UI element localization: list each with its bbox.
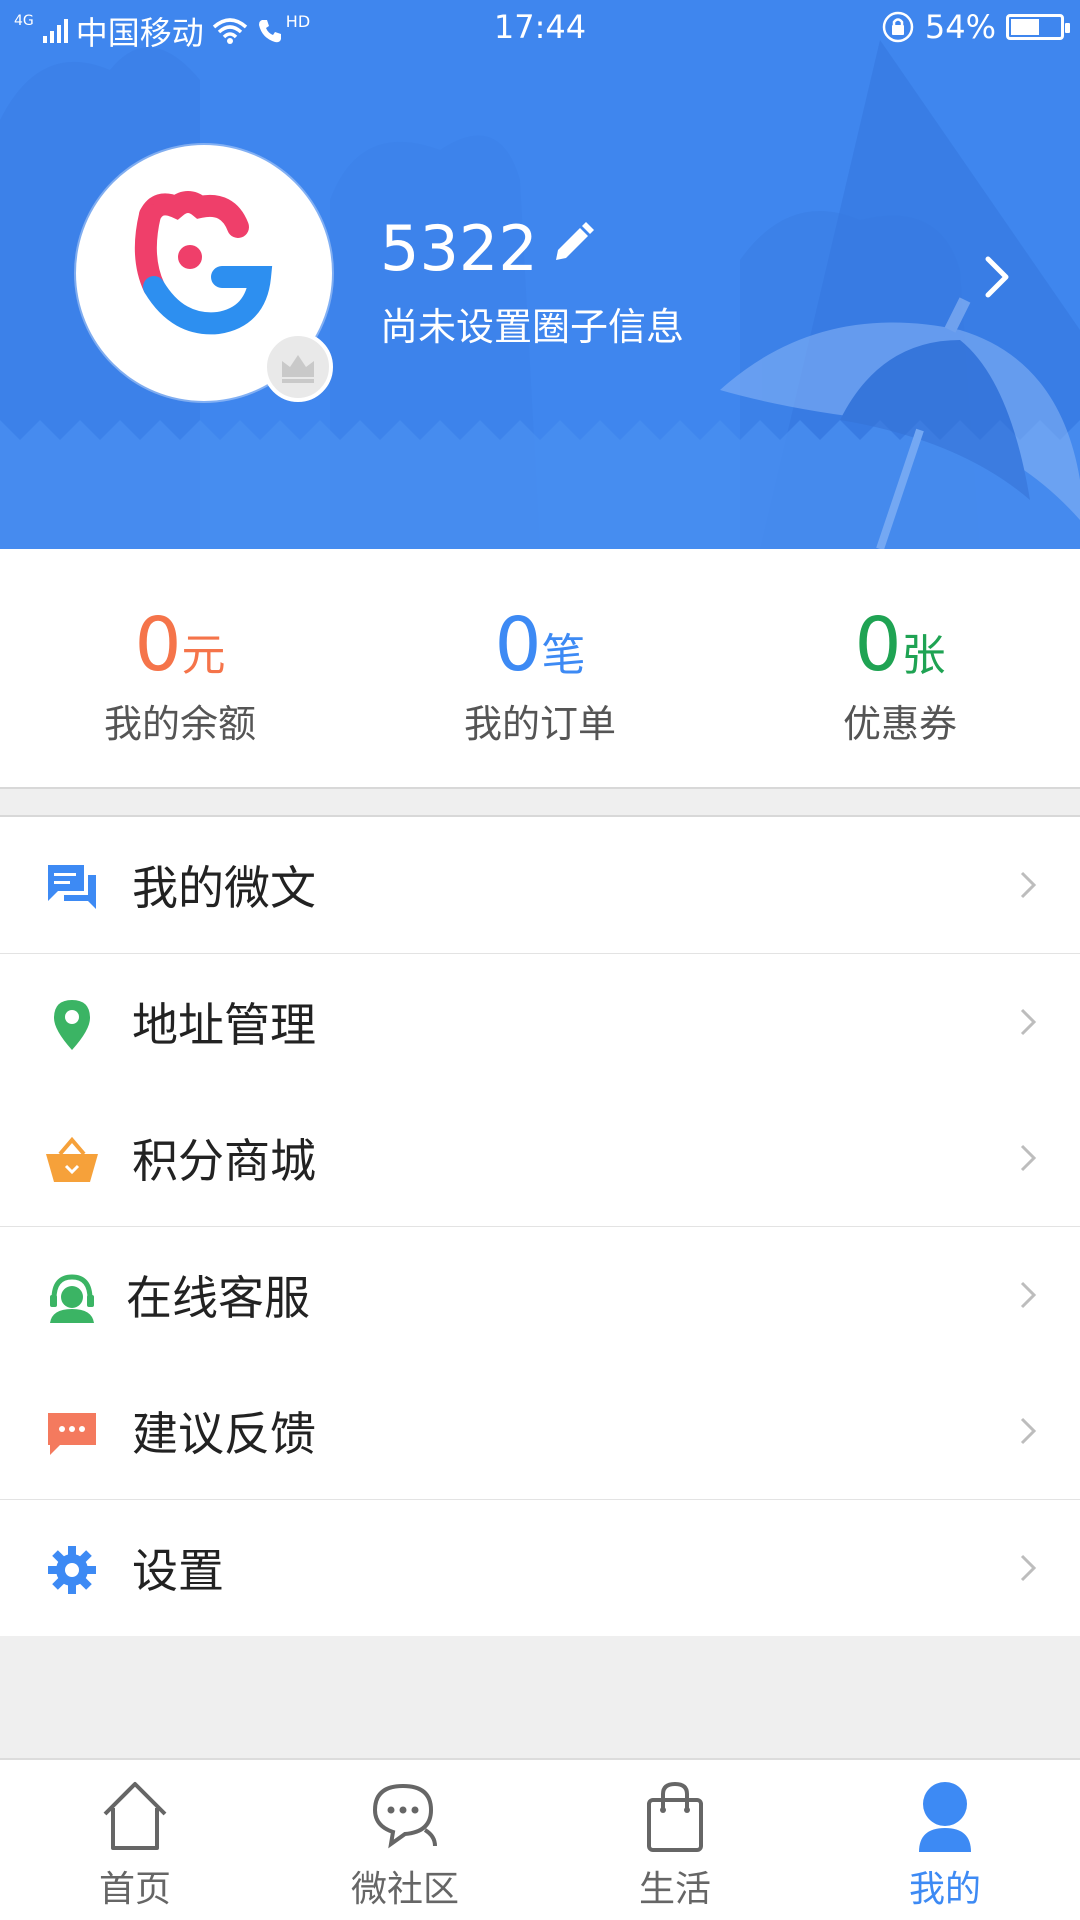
menu-item-label: 我的微文 [132, 861, 316, 915]
nav-community[interactable]: 微社区 [270, 1760, 540, 1920]
battery-icon [1006, 14, 1070, 40]
menu-item-label: 设置 [132, 1544, 224, 1598]
status-right: 54% [881, 8, 1070, 46]
vip-badge[interactable] [263, 332, 333, 402]
menu-item-my-articles[interactable]: 我的微文 [0, 817, 1080, 953]
edit-icon[interactable] [548, 220, 596, 268]
stat-label: 优惠券 [842, 702, 957, 746]
menu-item-customer-service[interactable]: 在线客服 [0, 1227, 1080, 1363]
status-bar: 4G 中国移动 HD 17:44 54% [0, 0, 1080, 56]
nav-mine[interactable]: 我的 [810, 1760, 1080, 1920]
stat-unit: 元 [181, 630, 226, 681]
stat-value-row: 0张 [720, 605, 1080, 685]
account-stats: 0元 我的余额 0笔 我的订单 0张 优惠券 [0, 549, 1080, 789]
bottom-nav: 首页 微社区 生活 我的 [0, 1758, 1080, 1920]
chevron-right-icon [1020, 1144, 1037, 1172]
location-pin-icon [54, 1000, 90, 1050]
user-icon [919, 1782, 971, 1852]
chevron-right-icon [1020, 871, 1037, 899]
stat-balance[interactable]: 0元 我的余额 [0, 605, 360, 748]
chevron-right-icon [1020, 1554, 1037, 1582]
gear-icon [48, 1546, 96, 1594]
home-icon [103, 1782, 167, 1850]
chevron-right-icon [1020, 1008, 1037, 1036]
app-root: 4G 中国移动 HD 17:44 54% 5322 尚未设置圈子信息 0元 我的… [0, 0, 1080, 1920]
battery-fill [1011, 19, 1040, 35]
nav-home[interactable]: 首页 [0, 1760, 270, 1920]
username: 5322 [380, 212, 538, 285]
shopping-bag-icon [647, 1781, 703, 1852]
menu-item-label: 建议反馈 [132, 1407, 316, 1461]
stat-value: 0 [134, 602, 182, 688]
stat-unit: 张 [901, 630, 946, 681]
menu-item-address[interactable]: 地址管理 [0, 954, 1080, 1090]
battery-percent: 54% [924, 8, 996, 46]
chevron-right-icon [1020, 1281, 1037, 1309]
stat-value-row: 0笔 [360, 605, 720, 685]
headset-icon [50, 1274, 94, 1323]
nav-life[interactable]: 生活 [540, 1760, 810, 1920]
stat-value: 0 [854, 602, 902, 688]
stat-coupons[interactable]: 0张 优惠券 [720, 605, 1080, 748]
nav-label: 生活 [638, 1869, 711, 1910]
stat-orders[interactable]: 0笔 我的订单 [360, 605, 720, 748]
menu-item-label: 在线客服 [126, 1271, 310, 1325]
menu-item-points-mall[interactable]: 积分商城 [0, 1090, 1080, 1226]
feedback-icon [48, 1413, 96, 1455]
chevron-right-icon [1020, 1417, 1037, 1445]
stat-value: 0 [494, 602, 542, 688]
nav-label: 首页 [98, 1869, 171, 1910]
circle-info-subtitle[interactable]: 尚未设置圈子信息 [380, 296, 684, 351]
nav-label: 微社区 [350, 1869, 459, 1910]
community-icon [372, 1783, 437, 1849]
menu-item-label: 积分商城 [132, 1134, 316, 1188]
menu-list: 我的微文 地址管理 积分商城 在线客服 建议反馈 设置 [0, 815, 1080, 1636]
chevron-right-icon[interactable] [980, 255, 1014, 299]
crown-icon [282, 355, 314, 383]
stat-label: 我的余额 [103, 702, 256, 746]
menu-item-feedback[interactable]: 建议反馈 [0, 1363, 1080, 1499]
basket-icon [46, 1136, 98, 1182]
profile-header: 4G 中国移动 HD 17:44 54% 5322 尚未设置圈子信息 [0, 0, 1080, 549]
rotation-lock-icon [882, 11, 914, 43]
nav-label: 我的 [908, 1869, 981, 1910]
menu-item-label: 地址管理 [132, 998, 316, 1052]
menu-item-settings[interactable]: 设置 [0, 1500, 1080, 1636]
chat-bubbles-icon [48, 865, 96, 909]
stat-value-row: 0元 [0, 605, 360, 685]
stat-unit: 笔 [541, 630, 586, 681]
stat-label: 我的订单 [463, 702, 616, 746]
